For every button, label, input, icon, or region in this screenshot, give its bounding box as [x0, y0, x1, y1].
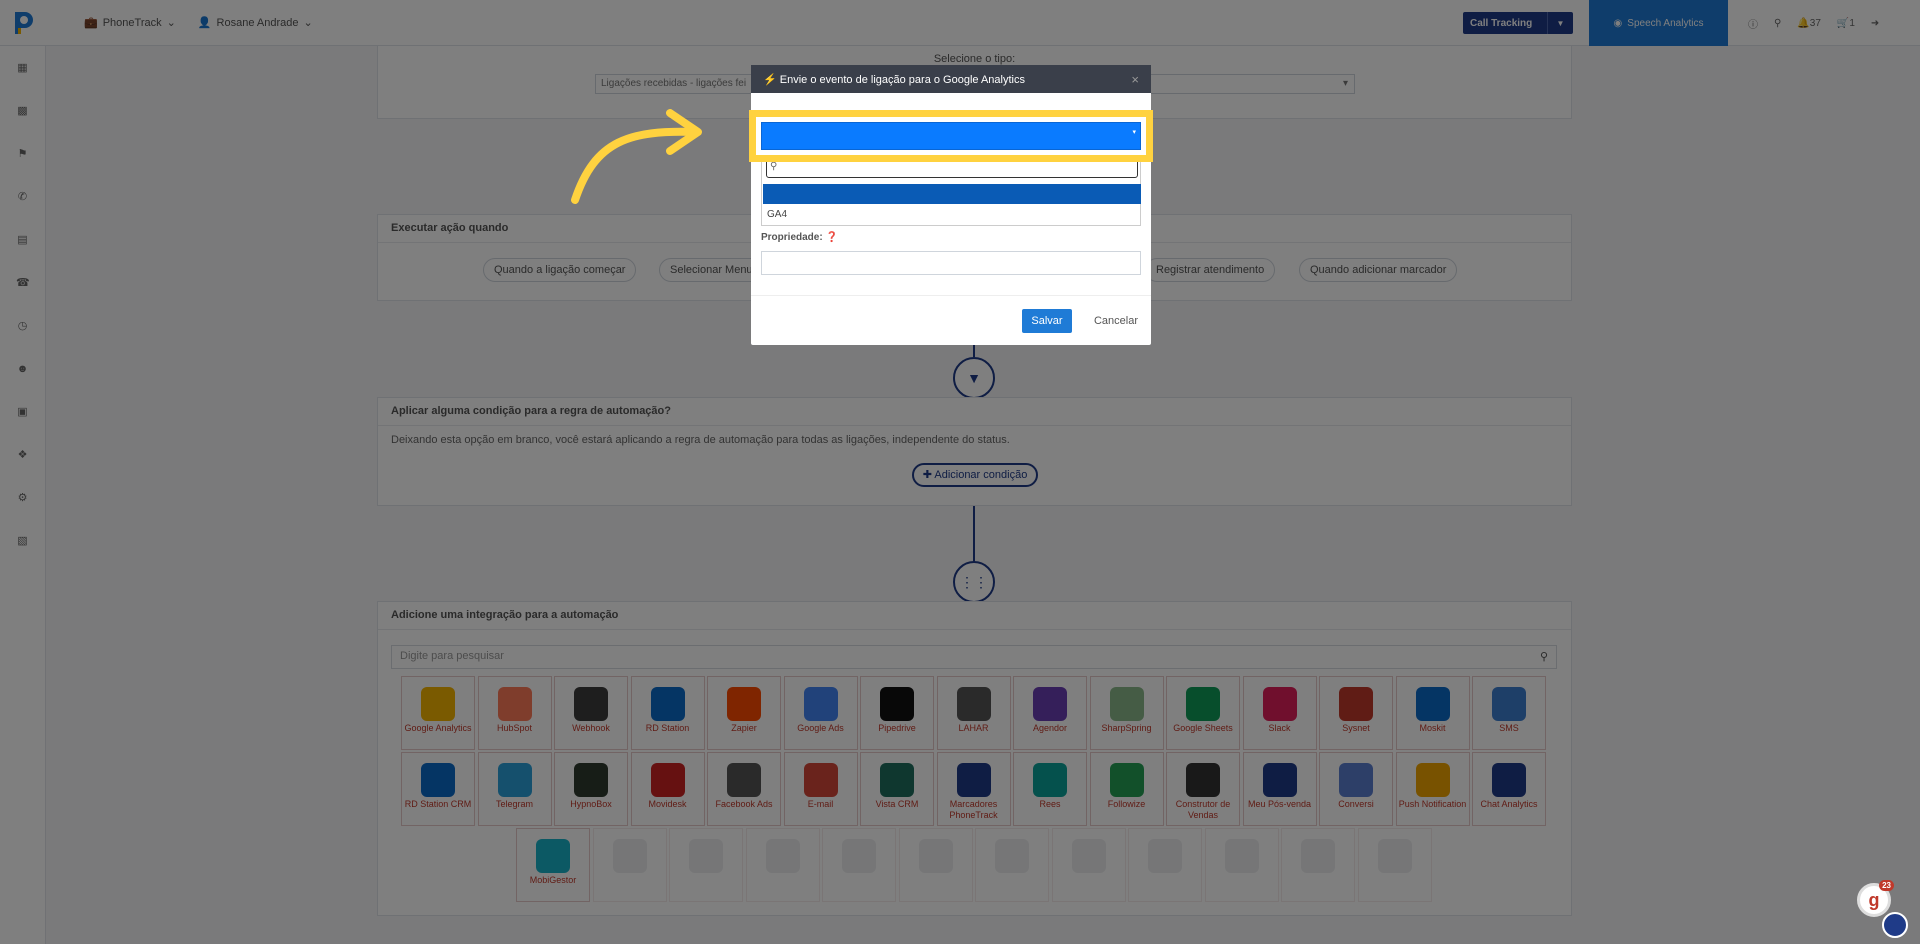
caret-down-icon: ▾: [1132, 129, 1136, 136]
highlighted-select: ▾: [749, 110, 1153, 162]
phonetrack-chat-icon[interactable]: [1882, 912, 1908, 938]
modal-title: Envie o evento de ligação para o Google …: [779, 73, 1025, 86]
search-icon: ⚲: [770, 161, 778, 172]
question-icon: ❓: [825, 232, 838, 243]
property-input[interactable]: [761, 251, 1141, 275]
save-button[interactable]: Salvar: [1022, 309, 1072, 333]
property-label-wrap: Propriedade: ❓: [761, 232, 838, 243]
chat-badge: 23: [1879, 880, 1894, 891]
modal-title-wrap: ⚡ Envie o evento de ligação para o Googl…: [763, 73, 1025, 86]
close-icon[interactable]: ×: [1131, 72, 1139, 87]
modal-header: ⚡ Envie o evento de ligação para o Googl…: [751, 65, 1151, 93]
cancel-button[interactable]: Cancelar: [1086, 309, 1146, 333]
dropdown-option-empty[interactable]: [763, 184, 1141, 204]
tutorial-arrow: [571, 109, 702, 204]
chat-widget[interactable]: g 23: [1857, 880, 1894, 917]
dropdown-option-ga4[interactable]: GA4: [767, 209, 787, 220]
property-label: Propriedade:: [761, 232, 823, 243]
ga-version-select[interactable]: ▾: [761, 122, 1141, 150]
bolt-icon: ⚡: [763, 73, 777, 86]
